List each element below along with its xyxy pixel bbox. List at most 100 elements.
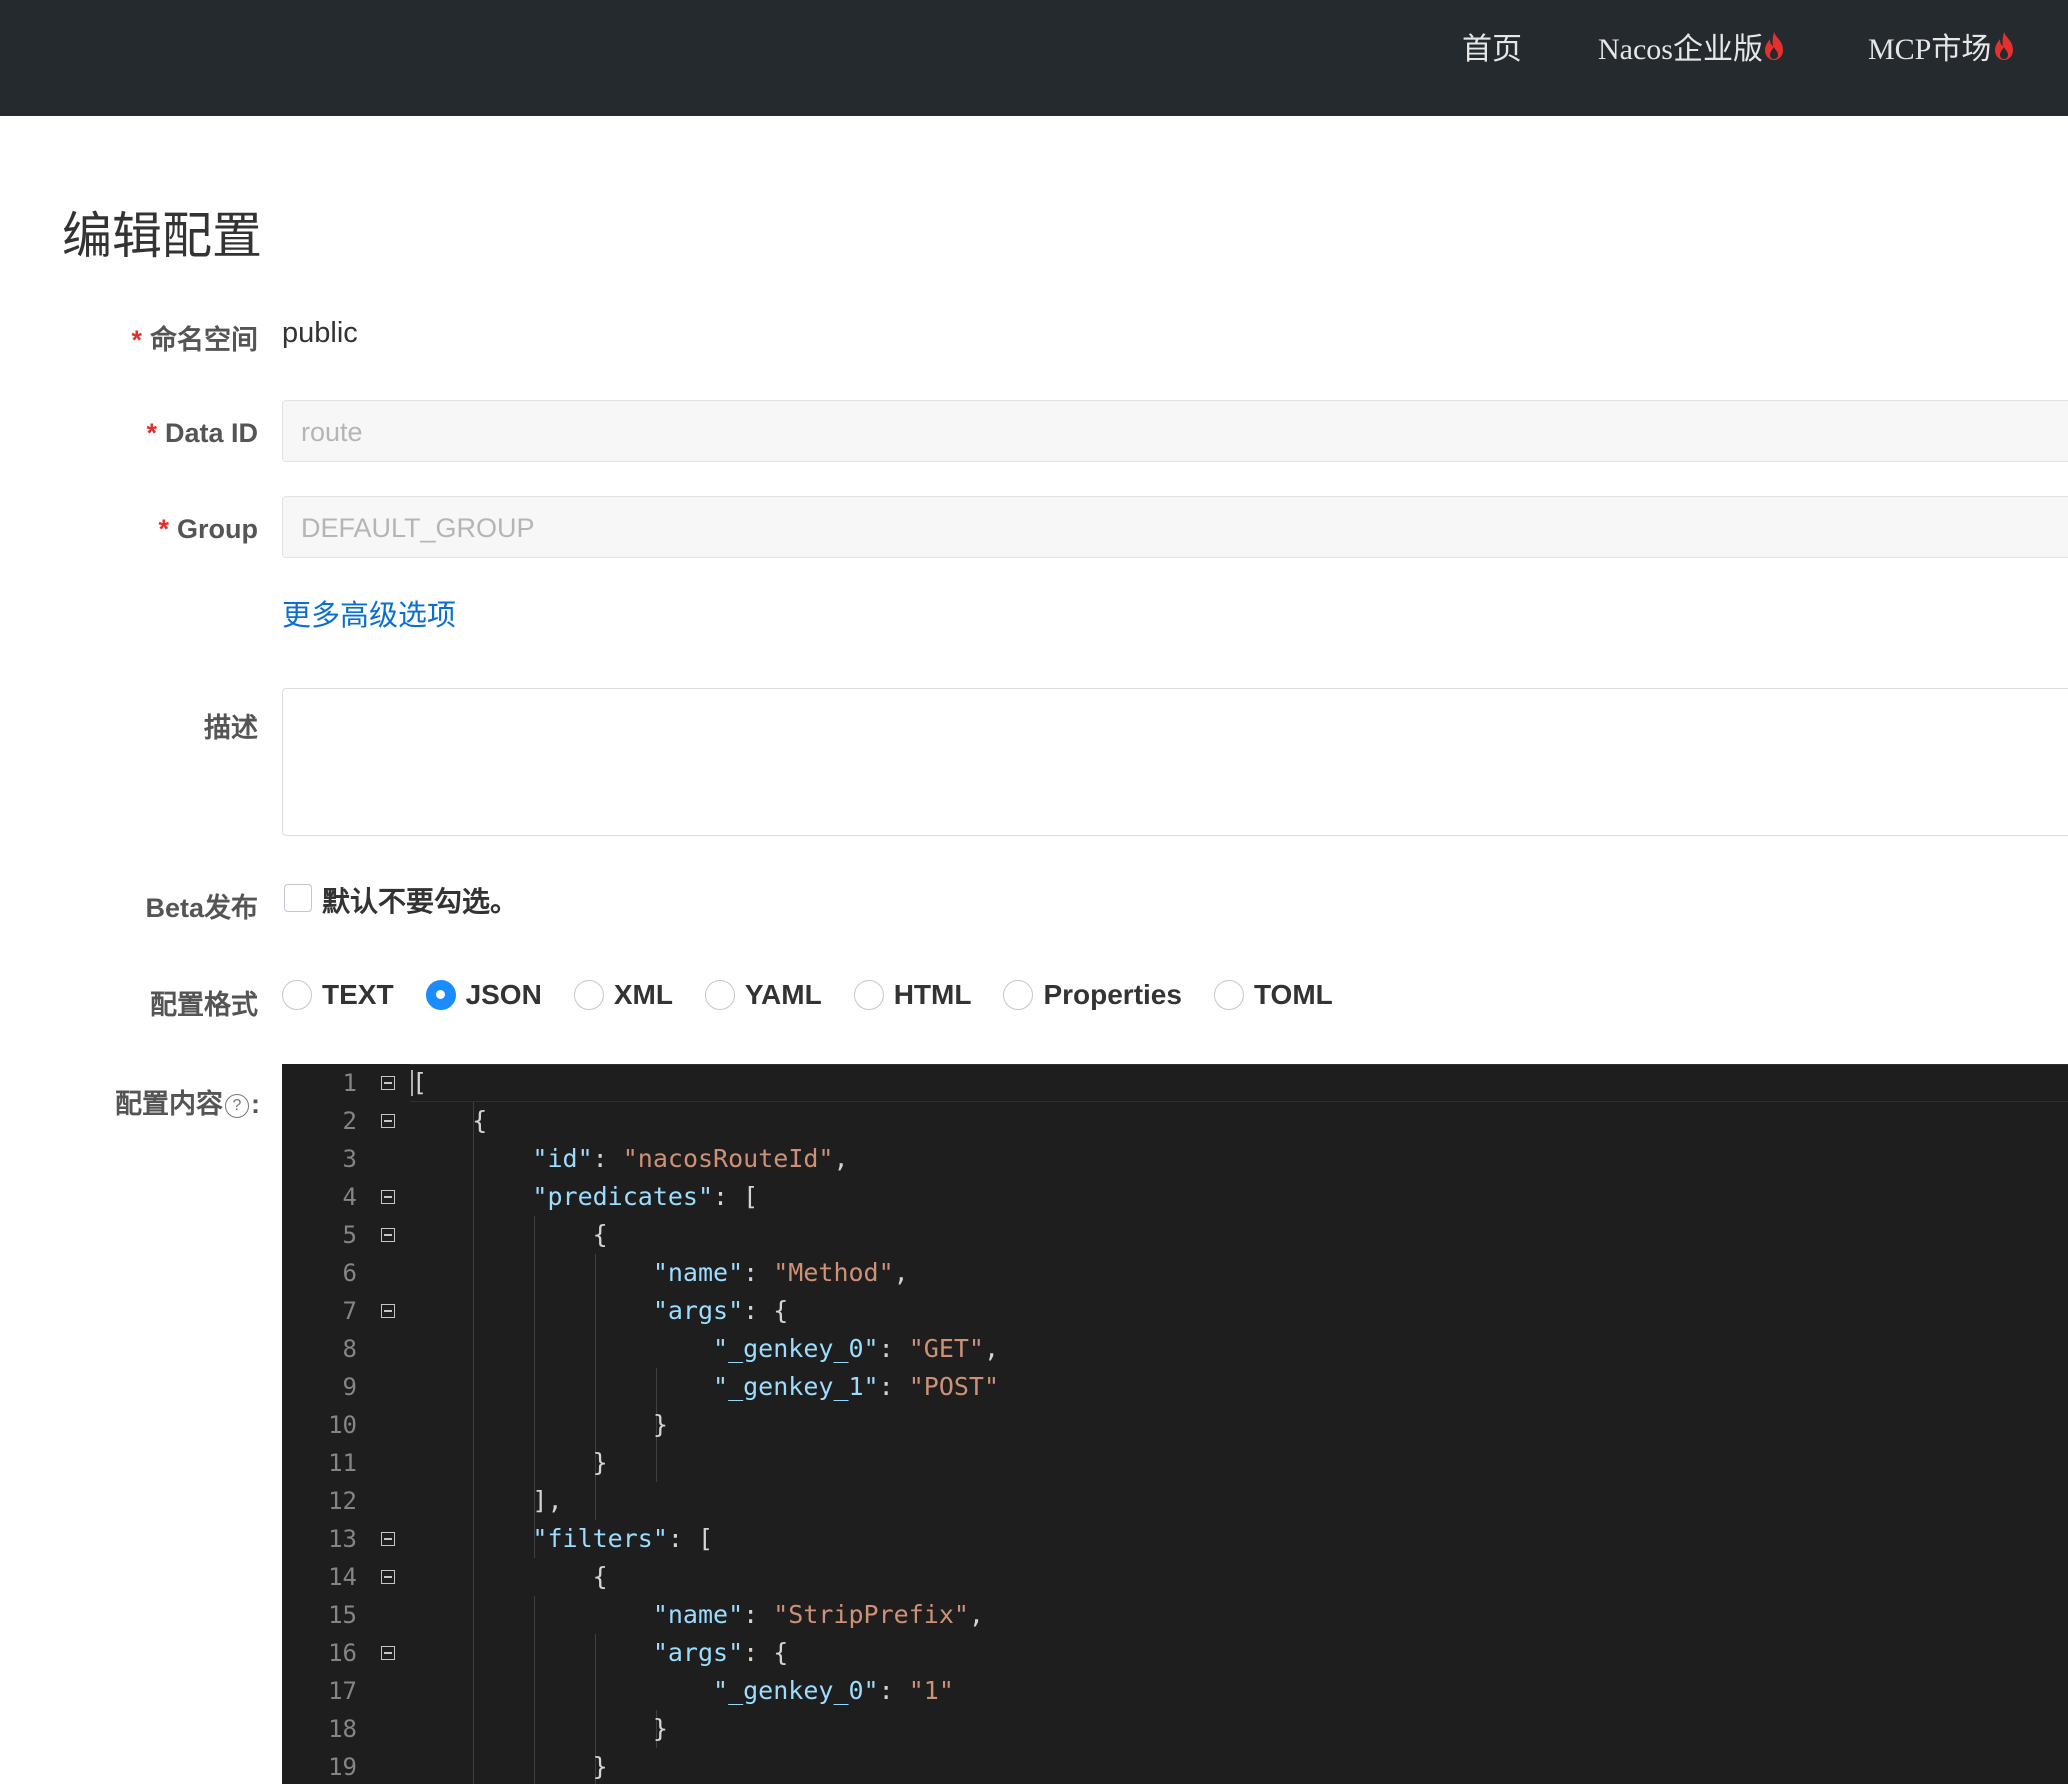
radio-circle[interactable]	[573, 980, 604, 1010]
code-line: "id": "nacosRouteId",	[532, 1144, 849, 1173]
radio-circle[interactable]	[1213, 980, 1244, 1010]
fold-toggle-icon[interactable]	[381, 1304, 395, 1318]
code-line: ],	[412, 1486, 563, 1515]
current-line-highlight	[410, 1064, 2068, 1102]
advanced-options-link[interactable]: 更多高级选项	[282, 592, 456, 634]
content-label: 配置内容?:	[115, 1082, 260, 1121]
content-label-colon: :	[251, 1089, 260, 1119]
line-number: 13	[328, 1525, 357, 1553]
code-line: [	[412, 1068, 428, 1097]
nav-mcp-label: MCP市场	[1868, 33, 1992, 66]
code-line: }	[412, 1714, 668, 1743]
format-option-html[interactable]: HTML	[853, 979, 972, 1011]
line-number: 11	[328, 1449, 357, 1477]
required-asterisk: *	[146, 418, 157, 448]
code-line: "args": {	[652, 1296, 789, 1325]
fold-toggle-icon[interactable]	[381, 1076, 395, 1090]
data-id-label: * Data ID	[146, 418, 258, 449]
radio-circle[interactable]	[282, 980, 312, 1010]
line-number: 16	[328, 1639, 357, 1667]
line-number: 17	[328, 1677, 357, 1705]
group-field[interactable]: DEFAULT_GROUP	[282, 496, 2068, 558]
radio-label: TEXT	[322, 979, 394, 1010]
line-number: 1	[342, 1069, 357, 1097]
radio-label: TOML	[1253, 979, 1333, 1010]
code-line: "filters": [	[532, 1524, 714, 1553]
namespace-value: public	[282, 317, 358, 349]
content-label-text: 配置内容	[115, 1089, 223, 1119]
line-number: 14	[328, 1563, 357, 1591]
group-label-text: Group	[177, 514, 258, 544]
group-label: * Group	[158, 514, 258, 545]
code-line: "_genkey_0": "GET",	[713, 1334, 1000, 1363]
radio-label: JSON	[465, 979, 542, 1010]
radio-circle[interactable]	[853, 980, 884, 1010]
radio-label: XML	[613, 979, 673, 1010]
data-id-label-text: Data ID	[164, 418, 258, 448]
line-number: 8	[342, 1335, 357, 1363]
line-number: 4	[342, 1183, 357, 1211]
format-option-xml[interactable]: XML	[573, 979, 673, 1011]
format-option-text[interactable]: TEXT	[282, 979, 394, 1011]
hot-flame-icon	[1995, 32, 2013, 60]
line-number: 2	[342, 1107, 357, 1135]
required-asterisk: *	[131, 325, 142, 355]
fold-toggle-icon[interactable]	[381, 1532, 395, 1546]
fold-toggle-icon[interactable]	[381, 1114, 395, 1128]
namespace-label-text: 命名空间	[150, 325, 258, 355]
nav-enterprise-label: Nacos企业版	[1598, 33, 1763, 66]
beta-label: Beta发布	[145, 893, 258, 923]
code-line: "predicates": [	[532, 1182, 759, 1211]
data-id-field[interactable]: route	[282, 400, 2068, 462]
format-option-toml[interactable]: TOML	[1213, 979, 1333, 1011]
radio-label: HTML	[893, 979, 972, 1010]
code-line: }	[412, 1448, 608, 1477]
page-title: 编辑配置	[62, 208, 262, 264]
line-number: 10	[328, 1411, 357, 1439]
fold-toggle-icon[interactable]	[381, 1228, 395, 1242]
beta-checkbox[interactable]	[284, 884, 312, 912]
format-option-json[interactable]: JSON	[425, 979, 542, 1011]
code-line: {	[412, 1562, 608, 1591]
radio-circle[interactable]	[704, 980, 735, 1010]
line-number: 18	[328, 1715, 357, 1743]
description-textarea[interactable]	[282, 688, 2068, 836]
radio-circle-selected[interactable]	[425, 980, 456, 1010]
format-option-properties[interactable]: Properties	[1003, 979, 1182, 1011]
code-line: }	[412, 1410, 668, 1439]
line-number: 15	[328, 1601, 357, 1629]
code-line: "_genkey_0": "1"	[713, 1676, 954, 1705]
code-line: "name": "StripPrefix",	[652, 1600, 984, 1629]
nav-home[interactable]: 首页	[1462, 0, 1522, 100]
code-line: {	[412, 1220, 608, 1249]
nav-enterprise[interactable]: Nacos企业版	[1598, 0, 1763, 100]
fold-toggle-icon[interactable]	[381, 1190, 395, 1204]
radio-label: YAML	[744, 979, 822, 1010]
line-number: 3	[342, 1145, 357, 1173]
description-label: 描述	[204, 713, 258, 743]
code-line: "args": {	[652, 1638, 789, 1667]
line-number: 5	[342, 1221, 357, 1249]
text-cursor	[411, 1070, 413, 1096]
beta-checkbox-label[interactable]: 默认不要勾选。	[322, 880, 518, 920]
code-line: }	[412, 1752, 608, 1781]
hot-flame-icon	[1765, 32, 1783, 60]
question-circle-icon[interactable]: ?	[225, 1093, 249, 1118]
data-id-value: route	[301, 417, 363, 447]
code-line: "name": "Method",	[652, 1258, 909, 1287]
code-line: {	[412, 1106, 488, 1135]
required-asterisk: *	[158, 514, 169, 544]
format-option-yaml[interactable]: YAML	[704, 979, 822, 1011]
code-editor[interactable]: 1 2 3 4 5 6 7 8 9 10 11 12 13 14 15 16 17 18 19 [ { "id": …	[282, 1064, 2068, 1784]
code-line: "_genkey_1": "POST"	[713, 1372, 1000, 1401]
top-navigation-bar: 首页 Nacos企业版 MCP市场	[0, 0, 2068, 116]
format-label: 配置格式	[150, 990, 258, 1020]
format-radio-group: TEXT JSON XML YAML HTML Properties TOML	[282, 975, 1365, 1015]
fold-toggle-icon[interactable]	[381, 1570, 395, 1584]
fold-toggle-icon[interactable]	[381, 1646, 395, 1660]
line-number: 9	[342, 1373, 357, 1401]
radio-circle[interactable]	[1003, 980, 1034, 1010]
line-number: 19	[328, 1753, 357, 1781]
line-number: 7	[342, 1297, 357, 1325]
nav-mcp-market[interactable]: MCP市场	[1868, 0, 1991, 100]
